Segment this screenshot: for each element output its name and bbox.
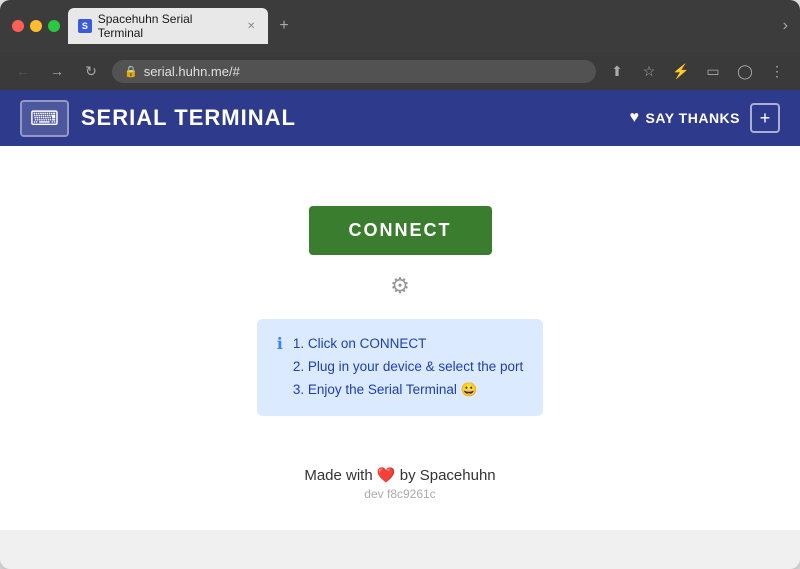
address-bar[interactable]: 🔒 serial.huhn.me/# bbox=[112, 60, 596, 83]
say-thanks-button[interactable]: ♥ SAY THANKS bbox=[630, 109, 740, 127]
app-container: ⌨ SERIAL TERMINAL ♥ SAY THANKS + CONNECT… bbox=[0, 90, 800, 530]
navbar-left: ⌨ SERIAL TERMINAL bbox=[20, 100, 296, 137]
traffic-lights bbox=[12, 20, 60, 32]
extension-button[interactable]: ⚡ bbox=[668, 58, 694, 84]
keyboard-icon-box: ⌨ bbox=[20, 100, 69, 137]
new-tab-button[interactable]: + bbox=[272, 14, 296, 38]
tab-close-button[interactable]: ✕ bbox=[244, 19, 258, 33]
app-navbar: ⌨ SERIAL TERMINAL ♥ SAY THANKS + bbox=[0, 90, 800, 146]
toolbar-actions: ⬆ ☆ ⚡ ▭ ◯ ⋮ bbox=[604, 58, 790, 84]
info-box: ℹ 1. Click on CONNECT 2. Plug in your de… bbox=[257, 319, 543, 416]
footer-heart-icon: ❤️ bbox=[377, 467, 400, 484]
say-thanks-label: SAY THANKS bbox=[646, 110, 740, 126]
chevron-down-icon[interactable]: › bbox=[783, 17, 788, 35]
refresh-button[interactable]: ↻ bbox=[78, 58, 104, 84]
back-button[interactable]: ← bbox=[10, 58, 36, 84]
bookmark-button[interactable]: ☆ bbox=[636, 58, 662, 84]
browser-window: S Spacehuhn Serial Terminal ✕ + › ← → ↻ … bbox=[0, 0, 800, 569]
lock-icon: 🔒 bbox=[124, 65, 138, 78]
profile-button[interactable]: ◯ bbox=[732, 58, 758, 84]
connect-button[interactable]: CONNECT bbox=[309, 206, 492, 255]
menu-button[interactable]: ⋮ bbox=[764, 58, 790, 84]
info-line-1: 1. Click on CONNECT bbox=[293, 333, 523, 356]
maximize-button[interactable] bbox=[48, 20, 60, 32]
footer-version: dev f8c9261c bbox=[304, 487, 495, 501]
footer: Made with ❤️ by Spacehuhn dev f8c9261c bbox=[304, 416, 495, 511]
forward-button[interactable]: → bbox=[44, 58, 70, 84]
browser-toolbar: ← → ↻ 🔒 serial.huhn.me/# ⬆ ☆ ⚡ ▭ ◯ ⋮ bbox=[0, 52, 800, 90]
tab-title: Spacehuhn Serial Terminal bbox=[98, 12, 239, 40]
minimize-button[interactable] bbox=[30, 20, 42, 32]
url-text: serial.huhn.me/# bbox=[144, 64, 240, 79]
keyboard-icon: ⌨ bbox=[30, 106, 59, 131]
add-button[interactable]: + bbox=[750, 103, 780, 133]
footer-text: Made with bbox=[304, 467, 372, 484]
footer-main-text: Made with ❤️ by Spacehuhn bbox=[304, 466, 495, 484]
browser-titlebar: S Spacehuhn Serial Terminal ✕ + › bbox=[0, 0, 800, 52]
tab-favicon: S bbox=[78, 19, 92, 33]
settings-gear-icon[interactable]: ⚙ bbox=[390, 273, 410, 299]
close-button[interactable] bbox=[12, 20, 24, 32]
heart-icon: ♥ bbox=[630, 109, 640, 127]
info-icon: ℹ bbox=[277, 334, 283, 354]
main-content: CONNECT ⚙ ℹ 1. Click on CONNECT 2. Plug … bbox=[0, 146, 800, 530]
reader-button[interactable]: ▭ bbox=[700, 58, 726, 84]
share-button[interactable]: ⬆ bbox=[604, 58, 630, 84]
info-line-3: 3. Enjoy the Serial Terminal 😀 bbox=[293, 379, 523, 402]
footer-by: by Spacehuhn bbox=[400, 467, 496, 484]
tab-bar: S Spacehuhn Serial Terminal ✕ + bbox=[68, 8, 775, 44]
app-title: SERIAL TERMINAL bbox=[81, 105, 296, 131]
info-text: 1. Click on CONNECT 2. Plug in your devi… bbox=[293, 333, 523, 402]
info-line-2: 2. Plug in your device & select the port bbox=[293, 356, 523, 379]
navbar-right: ♥ SAY THANKS + bbox=[630, 103, 780, 133]
active-tab[interactable]: S Spacehuhn Serial Terminal ✕ bbox=[68, 8, 268, 44]
